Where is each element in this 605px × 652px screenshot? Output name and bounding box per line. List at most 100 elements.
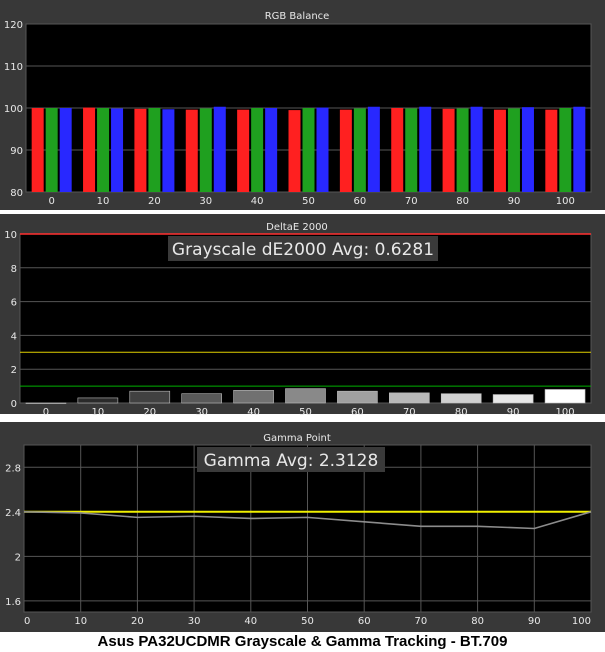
- gamma-x-tick-80: 80: [471, 616, 484, 627]
- gamma-x-tick-20: 20: [131, 616, 144, 627]
- deltae-bar-0: [25, 402, 67, 404]
- rgb-bar-green-10: [97, 108, 110, 192]
- rgb-bar-blue-90: [521, 107, 534, 192]
- deltae-x-tick-40: 40: [247, 407, 260, 418]
- rgb-bar-blue-50: [316, 107, 329, 192]
- rgb-bar-green-70: [405, 108, 418, 192]
- rgb-bar-blue-20: [162, 109, 175, 192]
- gamma-x-tick-0: 0: [24, 616, 30, 627]
- deltae-bar-80: [440, 393, 482, 404]
- deltae-bar-90: [492, 394, 534, 404]
- rgb-bar-green-80: [456, 108, 469, 192]
- gamma-y-tick-2.8: 2.8: [5, 463, 21, 474]
- rgb-y-tick-80: 80: [10, 188, 23, 199]
- deltae-x-tick-60: 60: [351, 407, 364, 418]
- rgb-bar-red-10: [83, 107, 96, 192]
- rgb-bar-green-30: [199, 108, 212, 192]
- rgb-x-tick-70: 70: [405, 196, 418, 207]
- rgb-x-tick-10: 10: [97, 196, 110, 207]
- deltae-x-tick-70: 70: [403, 407, 416, 418]
- rgb-balance-bars: [31, 106, 586, 192]
- gamma-x-tick-30: 30: [188, 616, 201, 627]
- deltae-y-tick-10: 10: [4, 230, 17, 241]
- rgb-bar-blue-30: [213, 106, 226, 192]
- deltae-bar-10: [77, 397, 119, 404]
- rgb-x-tick-90: 90: [508, 196, 521, 207]
- deltae-y-tick-0: 0: [11, 399, 17, 410]
- rgb-y-tick-90: 90: [10, 146, 23, 157]
- rgb-x-tick-40: 40: [251, 196, 264, 207]
- rgb-y-tick-100: 100: [4, 104, 23, 115]
- gamma-x-tick-90: 90: [528, 616, 541, 627]
- deltae-x-tick-50: 50: [299, 407, 312, 418]
- deltae-bar-40: [233, 390, 274, 404]
- deltae-bar-30: [181, 393, 222, 404]
- rgb-bar-red-70: [391, 108, 404, 192]
- rgb-bar-red-30: [185, 109, 198, 192]
- deltae-y-tick-2: 2: [11, 365, 17, 376]
- gamma-annotation: Gamma Avg: 2.3128: [204, 451, 379, 471]
- gamma-x-tick-50: 50: [301, 616, 314, 627]
- rgb-bar-red-0: [31, 108, 44, 192]
- rgb-bar-green-60: [353, 108, 366, 192]
- rgb-bar-blue-60: [367, 106, 380, 192]
- rgb-x-tick-80: 80: [456, 196, 469, 207]
- deltae-title: DeltaE 2000: [266, 222, 328, 233]
- gamma-x-tick-70: 70: [415, 616, 428, 627]
- rgb-bar-green-50: [302, 108, 315, 192]
- deltae-bar-50: [285, 388, 326, 404]
- rgb-y-tick-120: 120: [4, 20, 23, 31]
- rgb-bar-green-90: [507, 108, 520, 192]
- deltae-x-tick-20: 20: [143, 407, 156, 418]
- rgb-bar-blue-100: [573, 106, 586, 192]
- deltae-bar-70: [389, 392, 430, 404]
- rgb-balance-panel: RGB Balance 80 90 100 110 120 0 10 20 30 40 50 60 7…: [0, 0, 605, 210]
- gamma-x-tick-100: 100: [572, 616, 591, 627]
- chart-stage: RGB Balance 8090100110120 0 10 20 30 40 50 60 7…: [0, 0, 605, 632]
- deltae-bar-20: [129, 390, 171, 404]
- rgb-bar-green-20: [148, 108, 161, 192]
- rgb-bar-green-100: [559, 108, 572, 192]
- deltae-x-tick-30: 30: [195, 407, 208, 418]
- deltae-y-tick-4: 4: [11, 331, 17, 342]
- rgb-bar-blue-40: [265, 108, 278, 192]
- rgb-bar-red-90: [493, 109, 506, 192]
- rgb-bar-blue-0: [59, 108, 72, 192]
- rgb-bar-red-40: [237, 109, 250, 192]
- gamma-x-tick-40: 40: [244, 616, 257, 627]
- gamma-y-tick-2: 2: [15, 552, 21, 563]
- rgb-bar-red-80: [442, 108, 455, 192]
- rgb-bar-red-20: [134, 108, 147, 192]
- deltae-x-tick-90: 90: [507, 407, 520, 418]
- rgb-x-tick-50: 50: [302, 196, 315, 207]
- rgb-y-tick-110: 110: [4, 62, 23, 73]
- deltae-y-tick-6: 6: [11, 298, 17, 309]
- rgb-bar-green-40: [251, 108, 264, 192]
- gamma-y-tick-2.4: 2.4: [5, 508, 21, 519]
- gamma-panel: Gamma Point 1.6 2 2.4 2.8 0 10 20 30 40 50 60 70 80…: [0, 422, 605, 632]
- deltae-x-tick-0: 0: [43, 407, 49, 418]
- rgb-bar-red-100: [545, 109, 558, 192]
- rgb-bar-blue-70: [419, 106, 432, 192]
- deltae-y-tick-8: 8: [11, 264, 17, 275]
- deltae-bar-100: [544, 389, 586, 404]
- gamma-x-tick-60: 60: [358, 616, 371, 627]
- rgb-x-tick-100: 100: [556, 196, 575, 207]
- rgb-balance-title: RGB Balance: [265, 11, 330, 22]
- rgb-bar-red-50: [288, 110, 301, 192]
- deltae-x-tick-10: 10: [91, 407, 104, 418]
- rgb-bar-green-0: [45, 108, 58, 192]
- rgb-x-tick-0: 0: [48, 196, 54, 207]
- deltae-panel: DeltaE 2000 0 2 4 6 8 10 0 10 20 30 40 50 60 70 80 90 1…: [0, 214, 605, 418]
- rgb-bar-blue-80: [470, 106, 483, 192]
- figure-caption: Asus PA32UCDMR Grayscale & Gamma Trackin…: [97, 633, 508, 650]
- gamma-y-tick-1.6: 1.6: [5, 597, 21, 608]
- rgb-bar-blue-10: [111, 108, 124, 192]
- gamma-title: Gamma Point: [263, 433, 331, 444]
- deltae-bar-60: [337, 390, 378, 404]
- deltae-x-tick-100: 100: [555, 407, 574, 418]
- rgb-x-tick-30: 30: [199, 196, 212, 207]
- deltae-x-tick-80: 80: [455, 407, 468, 418]
- deltae-annotation: Grayscale dE2000 Avg: 0.6281: [172, 240, 434, 260]
- rgb-x-tick-60: 60: [353, 196, 366, 207]
